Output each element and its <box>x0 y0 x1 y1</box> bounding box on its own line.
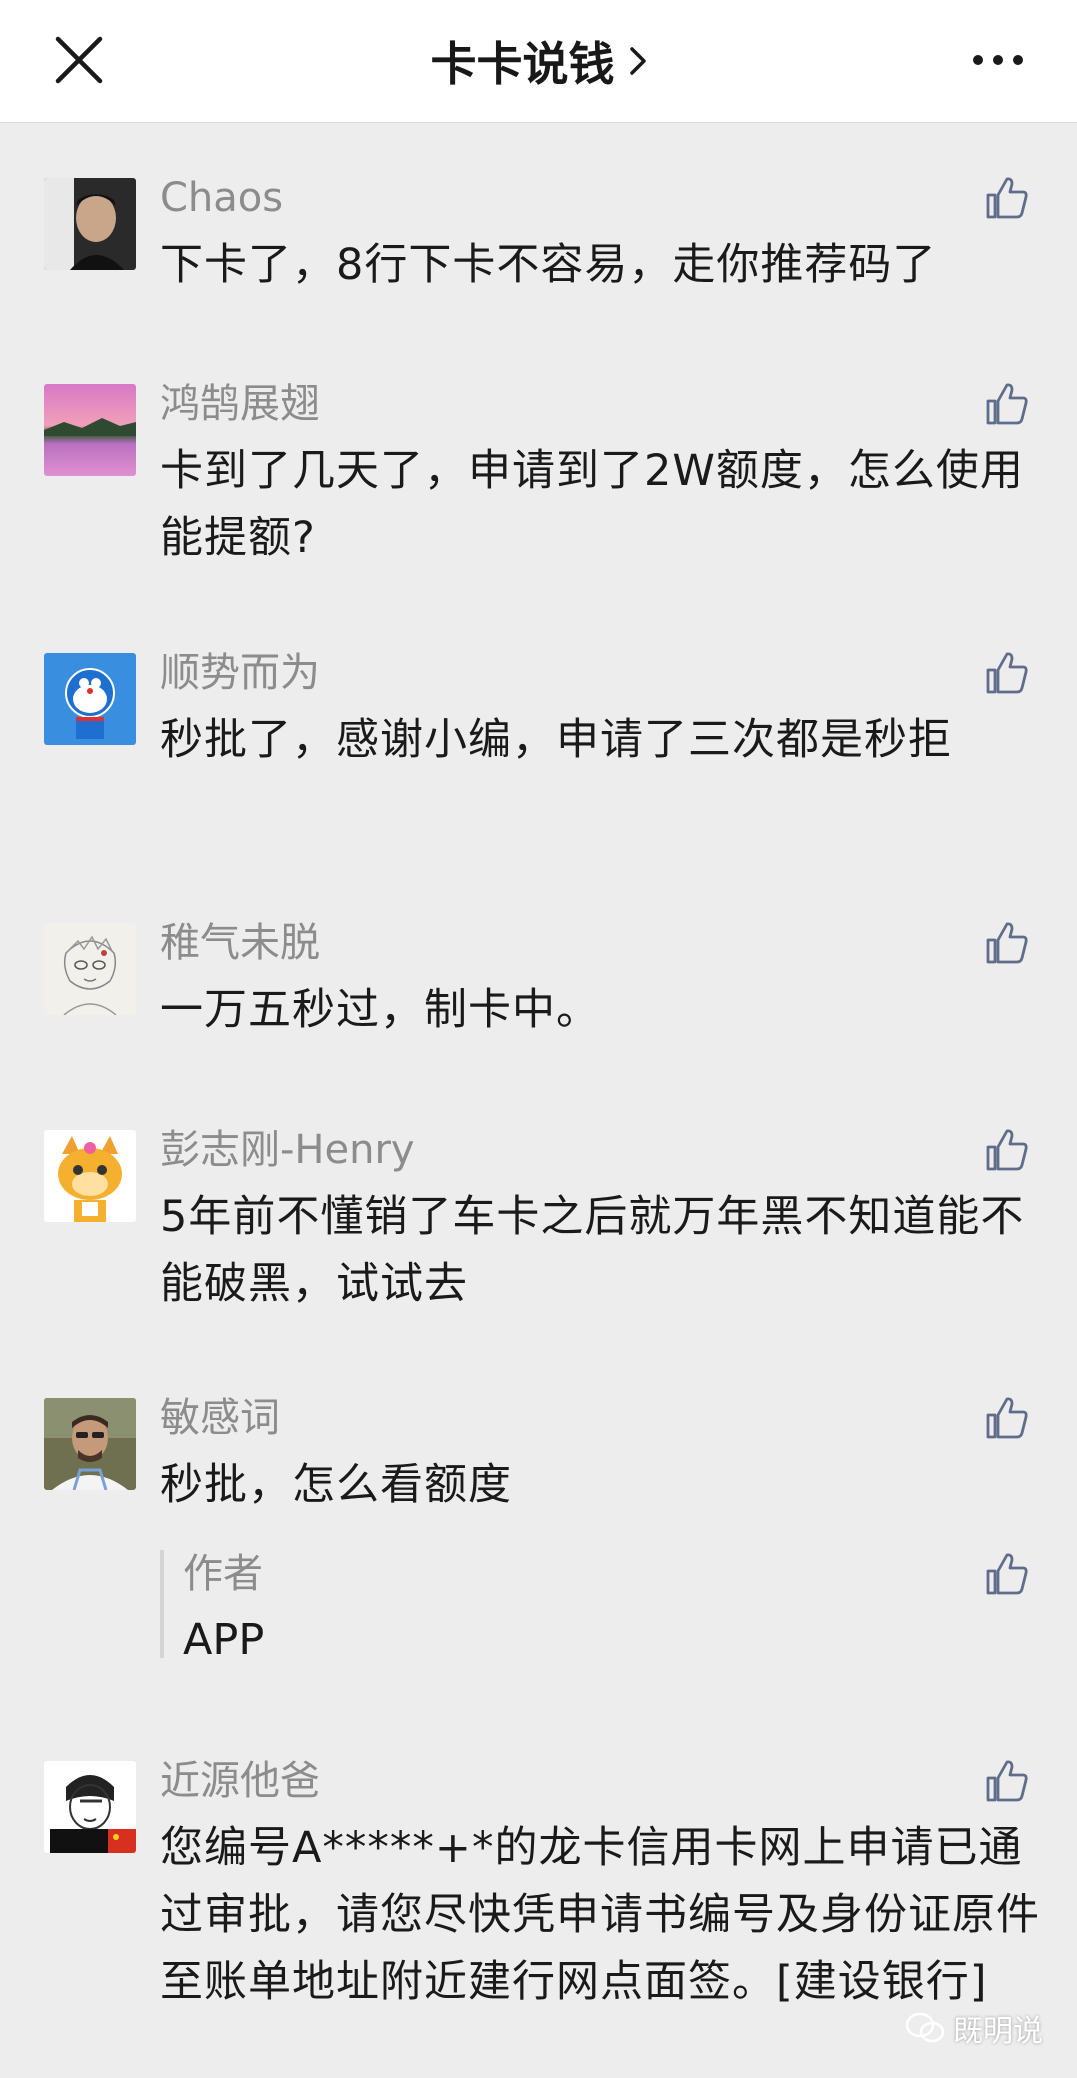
like-icon[interactable] <box>984 1758 1030 1804</box>
comment-text: 秒批，怎么看额度 <box>160 1460 512 1510</box>
author-reply-text: APP <box>183 1615 265 1665</box>
like-icon[interactable] <box>984 1127 1030 1173</box>
avatar[interactable] <box>44 178 136 270</box>
avatar[interactable] <box>44 384 136 476</box>
comment-text: 秒批了，感谢小编，申请了三次都是秒拒 <box>160 715 952 765</box>
avatar[interactable] <box>44 1130 136 1222</box>
avatar[interactable] <box>44 1761 136 1853</box>
commenter-name: 稚气未脱 <box>160 920 320 966</box>
like-icon[interactable] <box>984 1551 1030 1597</box>
commenter-name: 鸿鹄展翅 <box>160 381 320 427</box>
comment-text: 卡到了几天了，申请到了2W额度，怎么使用能提额? <box>160 446 1024 563</box>
watermark-text: 既明说 <box>953 2014 1043 2049</box>
like-icon[interactable] <box>984 381 1030 427</box>
like-icon[interactable] <box>984 650 1030 696</box>
comment-text: 一万五秒过，制卡中。 <box>160 985 600 1035</box>
avatar[interactable] <box>44 1398 136 1490</box>
header-bar: 卡卡说钱 <box>0 0 1077 123</box>
page: 卡卡说钱 Chaos 下卡了，8行下卡不容易，走你推荐码了 鸿鹄展翅 卡到了几天… <box>0 0 1077 2078</box>
commenter-name: 敏感词 <box>160 1395 280 1441</box>
commenter-name: 彭志刚-Henry <box>160 1127 415 1173</box>
like-icon[interactable] <box>984 1395 1030 1441</box>
chevron-right-icon <box>629 47 646 75</box>
comment-text: 您编号A*****+*的龙卡信用卡网上申请已通过审批，请您尽快凭申请书编号及身份… <box>160 1823 1040 2007</box>
author-label: 作者 <box>183 1551 263 1597</box>
avatar[interactable] <box>44 923 136 1015</box>
account-title[interactable]: 卡卡说钱 <box>431 28 647 94</box>
reply-divider <box>160 1550 164 1658</box>
commenter-name: Chaos <box>160 175 284 221</box>
more-icon[interactable] <box>971 48 1025 72</box>
avatar[interactable] <box>44 653 136 745</box>
like-icon[interactable] <box>984 175 1030 221</box>
commenter-name: 顺势而为 <box>160 650 320 696</box>
like-icon[interactable] <box>984 920 1030 966</box>
comment-text: 5年前不懂销了车卡之后就万年黑不知道能不能破黑，试试去 <box>160 1192 1025 1309</box>
commenter-name: 近源他爸 <box>160 1758 320 1804</box>
wechat-icon <box>905 2012 945 2043</box>
watermark: 既明说 <box>905 2006 1043 2050</box>
account-title-text: 卡卡说钱 <box>430 37 615 91</box>
comment-text: 下卡了，8行下卡不容易，走你推荐码了 <box>160 240 937 290</box>
close-icon[interactable] <box>52 33 106 87</box>
